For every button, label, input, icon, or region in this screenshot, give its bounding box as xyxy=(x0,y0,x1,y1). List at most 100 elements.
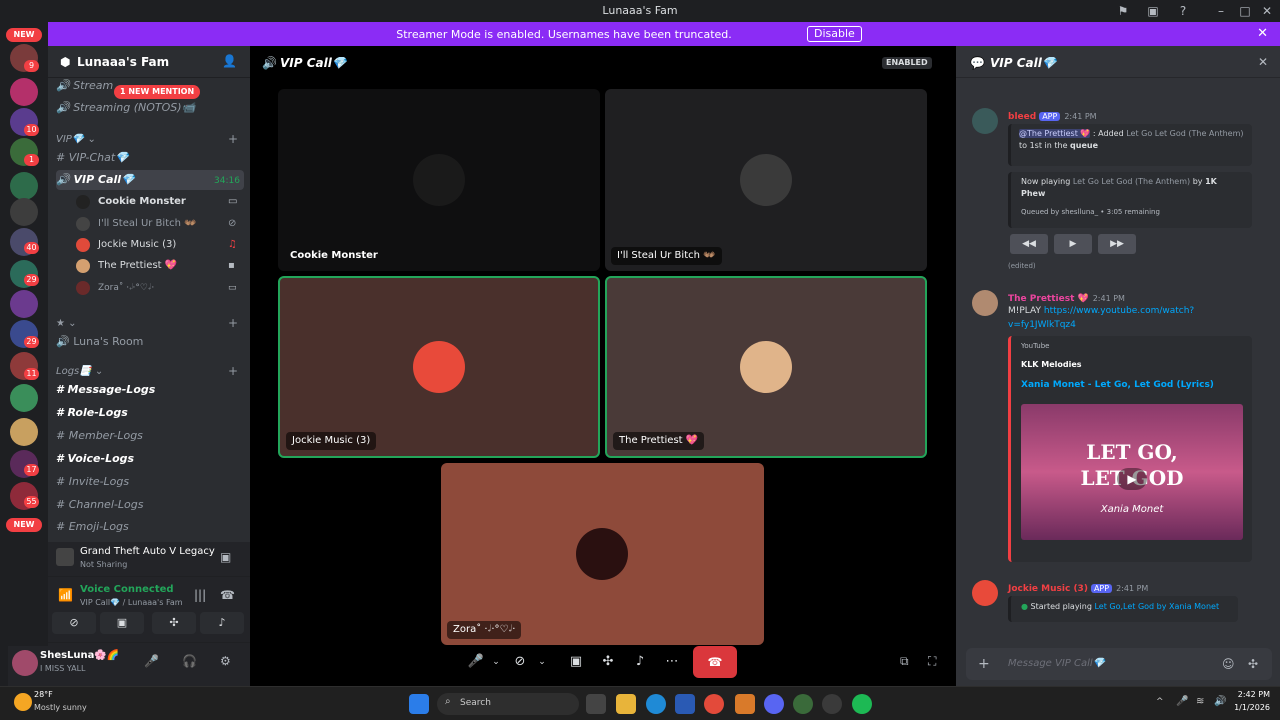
more-icon[interactable]: ⋯ xyxy=(660,650,684,674)
disconnect-button[interactable]: ☎ xyxy=(693,646,737,678)
server-icon[interactable] xyxy=(10,290,38,318)
task-view-icon[interactable] xyxy=(586,694,606,714)
avatar[interactable] xyxy=(972,108,998,134)
participant-tile[interactable]: Zora˚ ·𝆹𝅥·°♡𝆹𝅥· xyxy=(441,463,764,645)
channel-channel-logs[interactable]: # Channel-Logs xyxy=(56,495,244,515)
user-name[interactable]: ShesLuna🌸🌈 xyxy=(40,650,119,661)
channel-message-logs[interactable]: # Message-Logs xyxy=(56,380,244,400)
category-logs[interactable]: Logs📑 ⌄ xyxy=(56,366,103,377)
author-name[interactable]: The Prettiest 💖 xyxy=(1008,294,1089,304)
close-window-button[interactable]: ✕ xyxy=(1258,3,1276,19)
camera-off-icon[interactable]: ⊘ xyxy=(508,650,532,674)
noise-suppression-icon[interactable]: ||| xyxy=(194,588,206,602)
channel-voice-logs[interactable]: # Voice-Logs xyxy=(56,449,244,469)
server-icon[interactable] xyxy=(10,198,38,226)
mic-tray-icon[interactable]: 🎤 xyxy=(1176,696,1188,707)
weather-text[interactable]: Mostly sunny xyxy=(34,703,87,712)
headphones-icon[interactable]: 🎧 xyxy=(182,654,197,668)
chevron-down-icon[interactable]: ⌄ xyxy=(484,650,508,674)
voice-user[interactable]: Cookie Monster ▭ xyxy=(76,192,244,212)
voice-channel-path[interactable]: VIP Call💎 / Lunaaa's Fam xyxy=(80,598,183,607)
author-name[interactable]: Jockie Music (3) xyxy=(1008,584,1088,594)
server-icon[interactable] xyxy=(10,172,38,200)
disable-streamer-button[interactable]: Disable xyxy=(807,26,862,42)
spotify-icon[interactable] xyxy=(852,694,872,714)
message-composer[interactable]: + Message VIP Call💎 ☺ ✣ xyxy=(966,648,1272,680)
message-input[interactable]: Message VIP Call💎 xyxy=(1008,658,1105,669)
voice-connected-label[interactable]: Voice Connected xyxy=(80,584,174,595)
add-user-icon[interactable]: 👤 xyxy=(222,54,237,68)
channel-invite-logs[interactable]: # Invite-Logs xyxy=(56,472,244,492)
emoji-icon[interactable]: ☺ xyxy=(1222,657,1235,671)
channel-vip-chat[interactable]: # VIP-Chat💎 xyxy=(56,148,244,168)
new-mention-pill[interactable]: 1 NEW MENTION xyxy=(114,85,201,99)
play-icon[interactable]: ▶ xyxy=(1117,468,1147,490)
participant-tile[interactable]: Jockie Music (3) xyxy=(278,276,600,458)
banner-close-icon[interactable]: ✕ xyxy=(1257,26,1268,41)
add-channel-icon[interactable]: + xyxy=(228,364,238,378)
participant-tile[interactable]: I'll Steal Ur Bitch 👐🏽 xyxy=(605,89,927,271)
song-link[interactable]: Let Go,Let God by Xania Monet xyxy=(1094,602,1219,611)
inbox-icon[interactable]: ⚑ xyxy=(1114,3,1132,19)
chrome-icon[interactable] xyxy=(704,694,724,714)
volume-icon[interactable]: 🔊 xyxy=(1214,696,1226,707)
channel-member-logs[interactable]: # Member-Logs xyxy=(56,426,244,446)
chevron-down-icon[interactable]: ⌄ xyxy=(530,650,554,674)
participant-tile[interactable]: The Prettiest 💖 xyxy=(605,276,927,458)
file-explorer-icon[interactable] xyxy=(616,694,636,714)
soundboard-icon[interactable]: ♪ xyxy=(628,650,652,674)
participant-tile[interactable]: Cookie Monster xyxy=(278,89,600,271)
help-icon[interactable]: ? xyxy=(1174,3,1192,19)
maximize-button[interactable]: □ xyxy=(1236,3,1254,19)
channel-emoji-logs[interactable]: # Emoji-Logs xyxy=(56,517,244,537)
previous-button[interactable]: ◀◀ xyxy=(1010,234,1048,254)
camera-off-button[interactable]: ⊘ xyxy=(52,612,96,634)
server-icon[interactable] xyxy=(10,384,38,412)
edge-icon[interactable] xyxy=(646,694,666,714)
microphone-icon[interactable]: 🎤 xyxy=(144,654,159,668)
channel-role-logs[interactable]: # Role-Logs xyxy=(56,403,244,423)
channel-lunas-room[interactable]: 🔊 Luna's Room xyxy=(56,332,244,352)
category-vip[interactable]: VIP💎 ⌄ xyxy=(56,134,96,145)
discord-icon[interactable] xyxy=(764,694,784,714)
minimize-button[interactable]: – xyxy=(1212,3,1230,19)
video-title-link[interactable]: Xania Monet - Let Go, Let God (Lyrics) xyxy=(1021,380,1214,390)
screen-share-icon[interactable]: ▣ xyxy=(564,650,588,674)
activities-button[interactable]: ✣ xyxy=(152,612,196,634)
voice-user[interactable]: The Prettiest 💖 ▪ xyxy=(76,256,244,276)
disconnect-icon[interactable]: ☎ xyxy=(220,588,235,602)
windows-start-icon[interactable] xyxy=(409,694,429,714)
add-attachment-icon[interactable]: + xyxy=(978,656,990,672)
add-channel-icon[interactable]: + xyxy=(228,316,238,330)
avatar[interactable] xyxy=(972,290,998,316)
avatar[interactable] xyxy=(12,650,38,676)
screen-icon[interactable]: ▣ xyxy=(1144,3,1162,19)
voice-user[interactable]: Zora˚ ·𝆹𝅥·°♡𝆹𝅥· ▭ xyxy=(76,278,244,298)
voice-user[interactable]: Jockie Music (3) ♫ xyxy=(76,235,244,255)
share-screen-icon[interactable]: ▣ xyxy=(220,550,231,564)
tray-chevron-icon[interactable]: ^ xyxy=(1156,697,1164,707)
weather-icon[interactable] xyxy=(14,693,32,711)
activities-icon[interactable]: ✣ xyxy=(596,650,620,674)
user-mention[interactable]: @The Prettiest 💖 xyxy=(1019,129,1091,138)
channel-streaming-notos[interactable]: 🔊 Streaming (NOTOS)📹 xyxy=(56,98,244,118)
popout-icon[interactable]: ⧉ xyxy=(900,654,909,669)
add-channel-icon[interactable]: + xyxy=(228,132,238,146)
app-icon[interactable] xyxy=(793,694,813,714)
temperature[interactable]: 28°F xyxy=(34,690,53,699)
server-icon[interactable] xyxy=(10,78,38,106)
next-button[interactable]: ▶▶ xyxy=(1098,234,1136,254)
store-icon[interactable] xyxy=(675,694,695,714)
app-icon[interactable] xyxy=(735,694,755,714)
screen-share-button[interactable]: ▣ xyxy=(100,612,144,634)
wifi-icon[interactable]: ≋ xyxy=(1196,696,1204,707)
author-name[interactable]: bleed xyxy=(1008,112,1036,122)
clock-time[interactable]: 2:42 PM xyxy=(1234,690,1270,699)
avatar[interactable] xyxy=(972,580,998,606)
play-button[interactable]: ▶ xyxy=(1054,234,1092,254)
embed-author[interactable]: KLK Melodies xyxy=(1021,360,1082,369)
app-icon[interactable] xyxy=(822,694,842,714)
settings-gear-icon[interactable]: ⚙ xyxy=(220,654,231,668)
taskbar-search[interactable]: ⌕ Search xyxy=(437,693,579,715)
server-icon[interactable] xyxy=(10,418,38,446)
